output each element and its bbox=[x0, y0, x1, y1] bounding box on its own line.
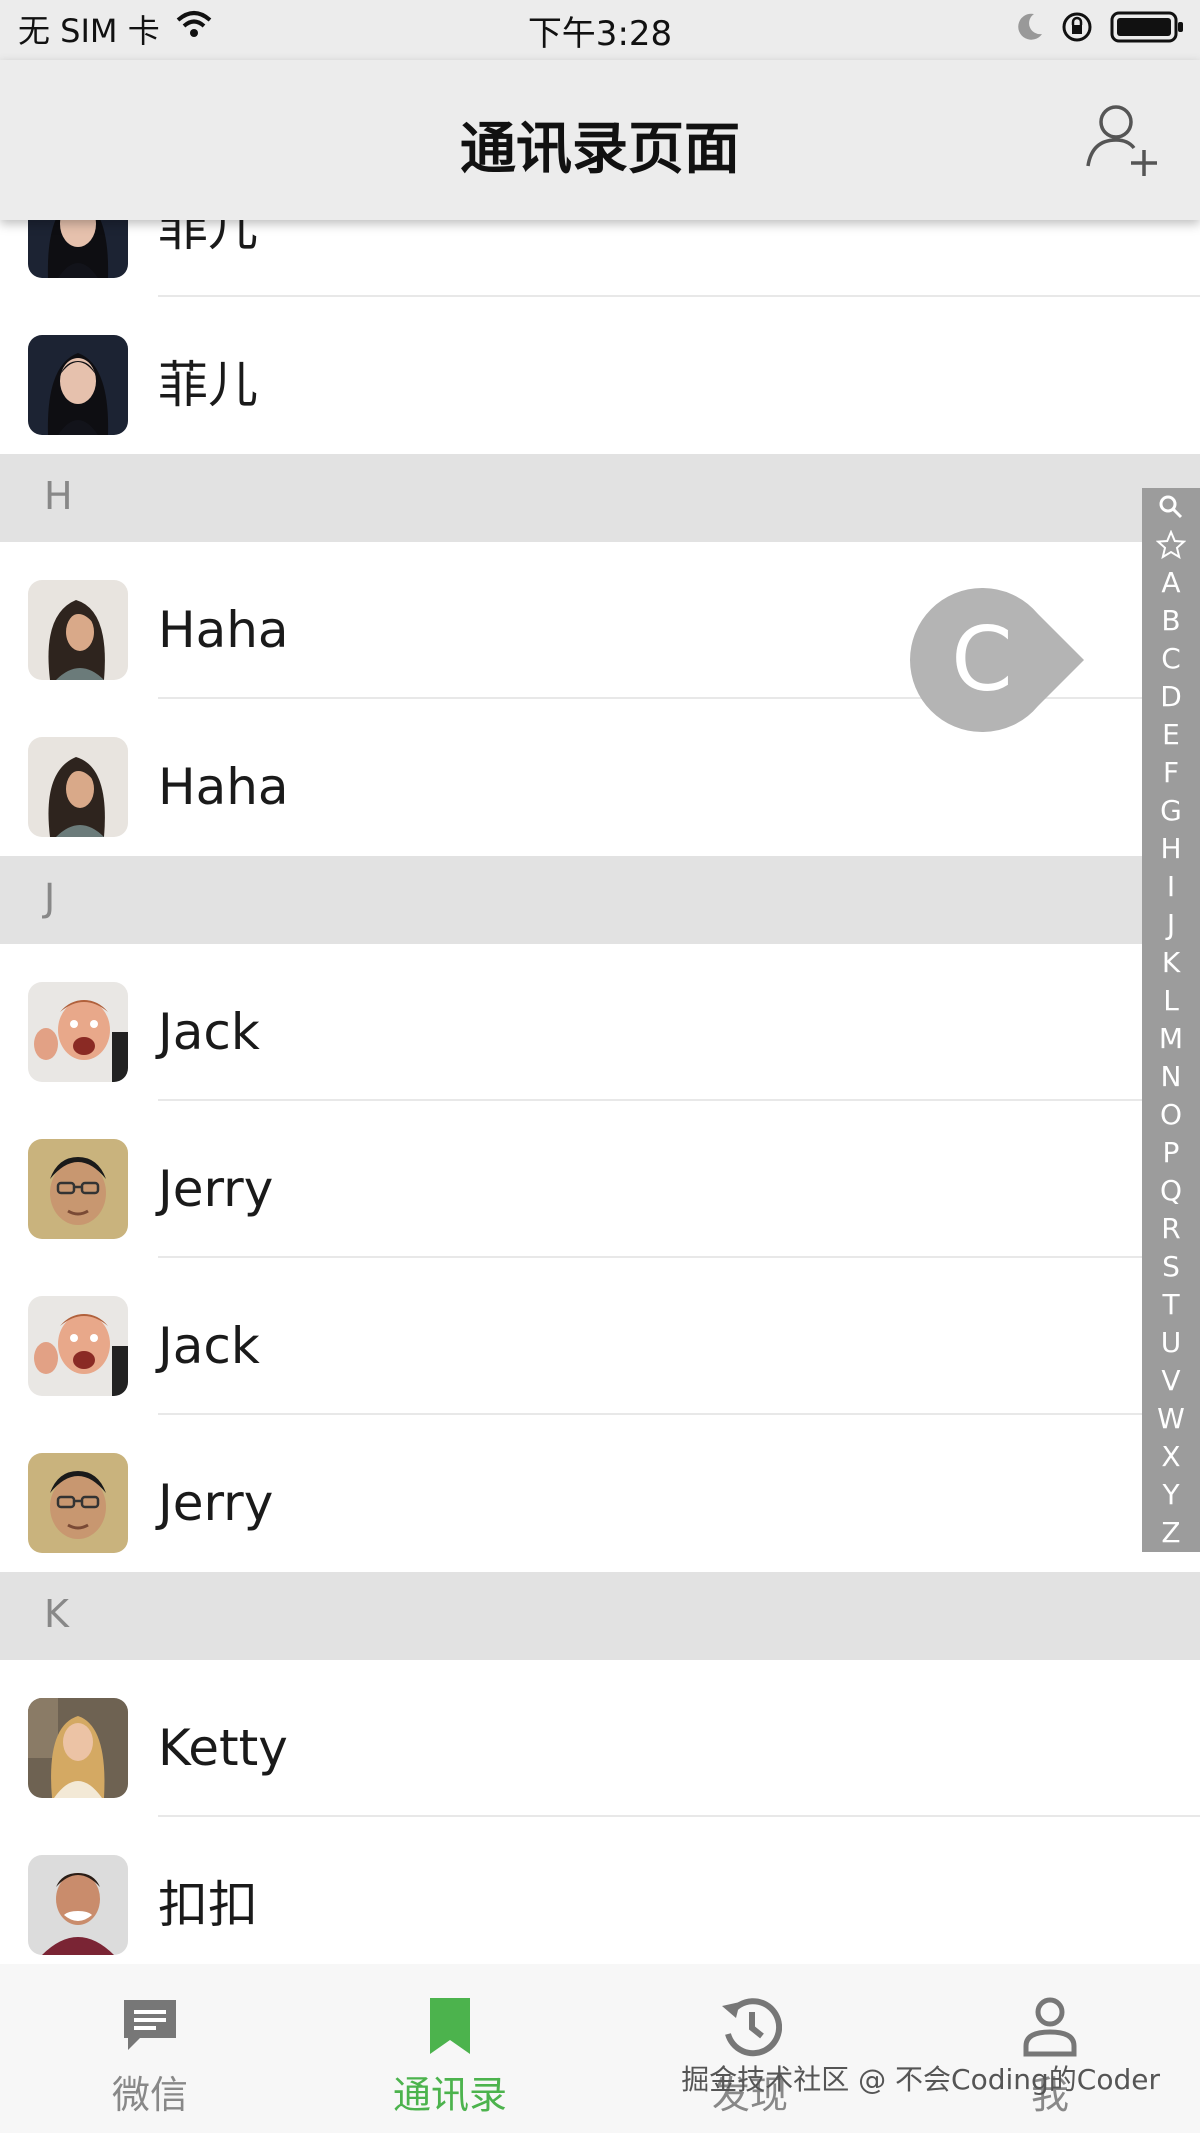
index-letter-r[interactable]: R bbox=[1142, 1210, 1200, 1248]
index-letter-d[interactable]: D bbox=[1142, 678, 1200, 716]
contact-row[interactable]: 菲儿 bbox=[0, 297, 1200, 454]
index-letter-j[interactable]: J bbox=[1142, 906, 1200, 944]
add-contact-button[interactable] bbox=[1082, 100, 1162, 180]
index-letter-t[interactable]: T bbox=[1142, 1286, 1200, 1324]
tab-label-contacts: 通讯录 bbox=[392, 2073, 507, 2117]
avatar bbox=[28, 335, 128, 435]
avatar bbox=[28, 1139, 128, 1239]
contact-name: Haha bbox=[158, 601, 289, 659]
index-letter-x[interactable]: X bbox=[1142, 1438, 1200, 1476]
contact-name: Jack bbox=[158, 1317, 260, 1375]
section-header-letter: H bbox=[44, 474, 73, 518]
contact-name: 菲儿 bbox=[158, 356, 258, 414]
contact-name: 扣扣 bbox=[158, 1876, 258, 1934]
rotation-lock-icon bbox=[1060, 10, 1094, 48]
tab-wechat[interactable]: 微信 bbox=[0, 1964, 300, 2133]
contact-row[interactable]: 扣扣 bbox=[0, 1817, 1200, 1964]
battery-icon bbox=[1110, 10, 1184, 48]
nav-bar: 通讯录页面 bbox=[0, 60, 1200, 220]
tab-me[interactable]: 我 bbox=[900, 1964, 1200, 2133]
section-header: H bbox=[0, 454, 1200, 542]
add-person-icon bbox=[1086, 105, 1157, 176]
index-letter-b[interactable]: B bbox=[1142, 602, 1200, 640]
avatar bbox=[28, 1698, 128, 1798]
contact-row[interactable]: Ketty bbox=[0, 1660, 1200, 1817]
index-letter-u[interactable]: U bbox=[1142, 1324, 1200, 1362]
tab-discover[interactable]: 发现 bbox=[600, 1964, 900, 2133]
contact-rows: 菲儿 菲儿 H Haha Haha J Jack Jerry Jack Jerry K Ketty 扣扣 bbox=[0, 220, 1200, 1964]
index-star-icon[interactable] bbox=[1142, 526, 1200, 564]
index-search-icon[interactable] bbox=[1142, 488, 1200, 526]
contact-row[interactable]: Jack bbox=[0, 944, 1200, 1101]
status-right bbox=[1014, 10, 1184, 48]
contact-row[interactable]: Jerry bbox=[0, 1101, 1200, 1258]
contact-row[interactable]: Jack bbox=[0, 1258, 1200, 1415]
index-letter-c[interactable]: C bbox=[1142, 640, 1200, 678]
section-header-letter: J bbox=[44, 876, 56, 920]
contact-name: Haha bbox=[158, 758, 289, 816]
avatar bbox=[28, 1855, 128, 1955]
index-letter-h[interactable]: H bbox=[1142, 830, 1200, 868]
index-letter-z[interactable]: Z bbox=[1142, 1514, 1200, 1552]
avatar bbox=[28, 580, 128, 680]
contact-row[interactable]: Jerry bbox=[0, 1415, 1200, 1572]
index-letter-y[interactable]: Y bbox=[1142, 1476, 1200, 1514]
avatar bbox=[28, 1453, 128, 1553]
index-letter-i[interactable]: I bbox=[1142, 868, 1200, 906]
contact-name: Jerry bbox=[158, 1160, 274, 1218]
index-letter-n[interactable]: N bbox=[1142, 1058, 1200, 1096]
section-header: K bbox=[0, 1572, 1200, 1660]
contact-row[interactable]: 菲儿 bbox=[0, 220, 1200, 297]
index-letter-o[interactable]: O bbox=[1142, 1096, 1200, 1134]
index-letter-s[interactable]: S bbox=[1142, 1248, 1200, 1286]
index-letter-w[interactable]: W bbox=[1142, 1400, 1200, 1438]
tab-bar: 微信 通讯录 发现 我 bbox=[0, 1964, 1200, 2133]
contacts-icon bbox=[430, 1998, 470, 2054]
page-title: 通讯录页面 bbox=[460, 117, 740, 182]
person-icon bbox=[1023, 1997, 1077, 2057]
avatar bbox=[28, 220, 128, 278]
index-letter-f[interactable]: F bbox=[1142, 754, 1200, 792]
index-letter-m[interactable]: M bbox=[1142, 1020, 1200, 1058]
index-letter-v[interactable]: V bbox=[1142, 1362, 1200, 1400]
index-letter-p[interactable]: P bbox=[1142, 1134, 1200, 1172]
contact-name: Jerry bbox=[158, 1474, 274, 1532]
tab-label-wechat: 微信 bbox=[111, 2073, 188, 2117]
alphabet-index-bar[interactable]: ABCDEFGHIJKLMNOPQRSTUVWXYZ bbox=[1142, 488, 1200, 1552]
index-indicator-letter: C bbox=[951, 608, 1013, 711]
index-letter-a[interactable]: A bbox=[1142, 564, 1200, 602]
index-letter-q[interactable]: Q bbox=[1142, 1172, 1200, 1210]
tab-contacts[interactable]: 通讯录 bbox=[300, 1964, 600, 2133]
contact-name: Jack bbox=[158, 1003, 260, 1061]
index-letter-k[interactable]: K bbox=[1142, 944, 1200, 982]
avatar bbox=[28, 982, 128, 1082]
contact-list[interactable]: 菲儿 菲儿 H Haha Haha J Jack Jerry Jack Jerry K Ketty 扣扣 bbox=[0, 220, 1200, 1964]
history-icon bbox=[722, 1998, 782, 2057]
contact-name: 菲儿 bbox=[158, 220, 258, 257]
avatar bbox=[28, 1296, 128, 1396]
watermark: 掘金技术社区 @ 不会Coding的Coder bbox=[681, 2063, 1160, 2096]
contact-name: Ketty bbox=[158, 1719, 288, 1777]
chat-icon bbox=[124, 2000, 176, 2050]
index-letter-e[interactable]: E bbox=[1142, 716, 1200, 754]
avatar bbox=[28, 737, 128, 837]
status-bar: 无 SIM 卡 下午3:28 bbox=[0, 0, 1200, 60]
moon-icon bbox=[1014, 12, 1044, 46]
section-header-letter: K bbox=[44, 1592, 69, 1636]
index-letter-g[interactable]: G bbox=[1142, 792, 1200, 830]
section-header: J bbox=[0, 856, 1200, 944]
index-letter-l[interactable]: L bbox=[1142, 982, 1200, 1020]
